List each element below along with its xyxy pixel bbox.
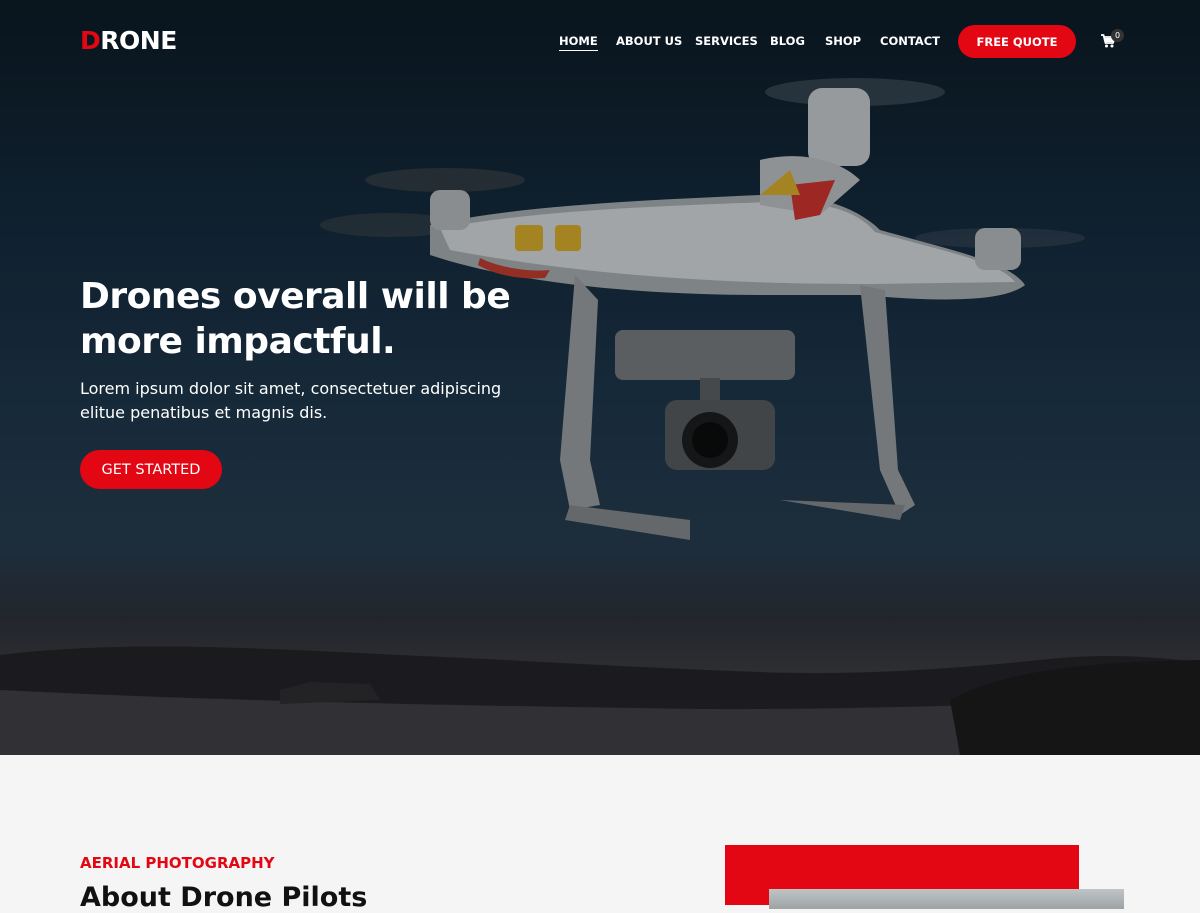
hero-title: Drones overall will be more impactful. <box>80 276 511 362</box>
nav-blog[interactable]: BLOG <box>770 34 805 48</box>
get-started-button[interactable]: GET STARTED <box>80 450 222 489</box>
nav-services[interactable]: SERVICES <box>695 34 758 48</box>
cart-count-badge: 0 <box>1111 29 1124 42</box>
nav-home[interactable]: HOME <box>559 34 598 51</box>
about-title: About Drone Pilots <box>80 882 368 913</box>
section-eyebrow: AERIAL PHOTOGRAPHY <box>80 854 275 872</box>
nav-contact[interactable]: CONTACT <box>880 34 940 48</box>
nav-shop[interactable]: SHOP <box>825 34 861 48</box>
nav-about-us[interactable]: ABOUT US <box>616 34 682 48</box>
about-image <box>769 889 1124 909</box>
free-quote-button[interactable]: FREE QUOTE <box>958 25 1076 58</box>
hero-subtitle: Lorem ipsum dolor sit amet, consectetuer… <box>80 379 502 422</box>
